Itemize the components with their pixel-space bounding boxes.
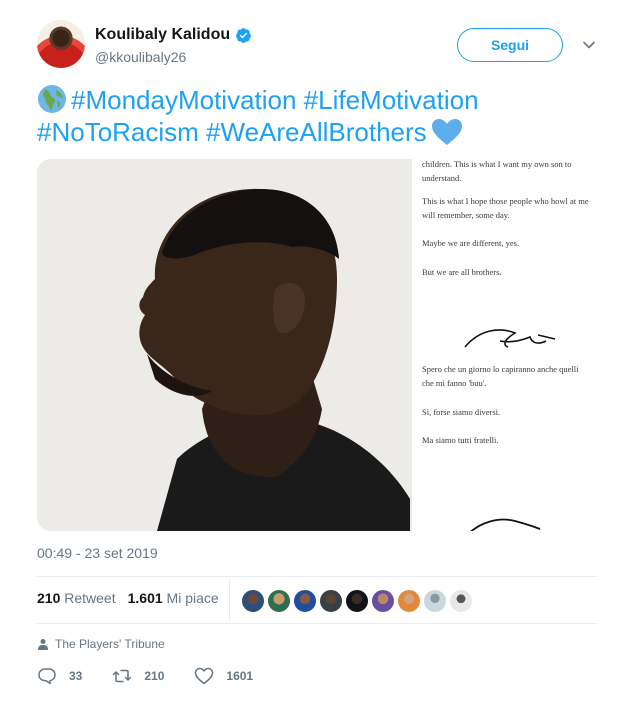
tweet-text-line-2: #NoToRacism #WeAreAllBrothers: [37, 116, 597, 148]
retweet-button[interactable]: 210: [112, 666, 164, 686]
liker-avatar[interactable]: [241, 589, 265, 613]
source-label[interactable]: The Players' Tribune: [55, 637, 165, 651]
portrait-photo[interactable]: [37, 159, 410, 531]
verified-badge-icon: [236, 27, 252, 43]
retweet-count: 210: [144, 669, 165, 683]
tweet-header: Koulibaly Kalidou @kkoulibaly26 Segui: [37, 20, 597, 70]
liker-avatar[interactable]: [423, 589, 447, 613]
tweet-stats: 210 Retweet 1.601 Mi piace: [37, 590, 219, 606]
tweet-text-line-1: #MondayMotivation #LifeMotivation: [37, 84, 597, 116]
liker-avatars: [241, 589, 473, 613]
person-icon: [38, 639, 48, 650]
like-stat-count: 1.601: [127, 590, 163, 606]
tweet-text: #MondayMotivation #LifeMotivation #NoToR…: [37, 84, 597, 148]
stats-separator: [229, 580, 230, 620]
retweet-stat-count: 210: [37, 590, 61, 606]
letter-text-7: Ma siamo tutti fratelli.: [422, 435, 499, 445]
letter-text-1: children. This is what I want my own son…: [422, 159, 572, 183]
like-button[interactable]: 1601: [194, 666, 253, 686]
letter-text-5: Spero che un giorno lo capiranno anche q…: [422, 364, 579, 388]
liker-avatar[interactable]: [345, 589, 369, 613]
globe-emoji-icon: [38, 85, 66, 113]
retweet-icon: [113, 669, 132, 683]
display-name[interactable]: Koulibaly Kalidou: [95, 26, 230, 44]
letter-text-3: Maybe we are different, yes.: [422, 238, 520, 248]
like-icon: [195, 667, 214, 685]
retweet-stat-label: Retweet: [64, 590, 116, 606]
tweet-actions: 33 210 1601: [37, 666, 283, 686]
liker-avatar[interactable]: [293, 589, 317, 613]
reply-button[interactable]: 33: [37, 666, 82, 686]
display-name-row[interactable]: Koulibaly Kalidou: [95, 26, 252, 44]
letter-text-2: This is what I hope those people who how…: [422, 196, 589, 220]
signature-1: [464, 329, 556, 348]
divider-mid: [37, 623, 597, 624]
tweet-source: The Players' Tribune: [37, 637, 165, 651]
signature-2: [470, 518, 541, 531]
letter-text-6: Sì, forse siamo diversi.: [422, 407, 501, 417]
user-handle[interactable]: @kkoulibaly26: [95, 49, 186, 65]
like-stat[interactable]: 1.601 Mi piace: [128, 590, 219, 606]
retweet-stat[interactable]: 210 Retweet: [37, 590, 116, 606]
chevron-down-icon[interactable]: [582, 38, 596, 52]
follow-button[interactable]: Segui: [457, 28, 563, 62]
liker-avatar[interactable]: [397, 589, 421, 613]
tweet-timestamp[interactable]: 00:49 - 23 set 2019: [37, 545, 158, 561]
reply-icon: [38, 668, 56, 685]
divider-top: [37, 576, 597, 577]
avatar[interactable]: [37, 20, 85, 68]
tweet-hashtags-2[interactable]: #NoToRacism #WeAreAllBrothers: [37, 117, 427, 147]
letter-image[interactable]: children. This is what I want my own son…: [412, 159, 597, 531]
liker-avatar[interactable]: [267, 589, 291, 613]
liker-avatar[interactable]: [371, 589, 395, 613]
like-count: 1601: [226, 669, 254, 683]
tweet-hashtags-1[interactable]: #MondayMotivation #LifeMotivation: [71, 85, 479, 115]
reply-count: 33: [69, 669, 83, 683]
liker-avatar[interactable]: [449, 589, 473, 613]
liker-avatar[interactable]: [319, 589, 343, 613]
blue-heart-emoji-icon: [431, 119, 462, 145]
tweet-media[interactable]: children. This is what I want my own son…: [37, 159, 597, 531]
like-stat-label: Mi piace: [166, 590, 219, 606]
letter-text-4: But we are all brothers.: [422, 267, 502, 277]
